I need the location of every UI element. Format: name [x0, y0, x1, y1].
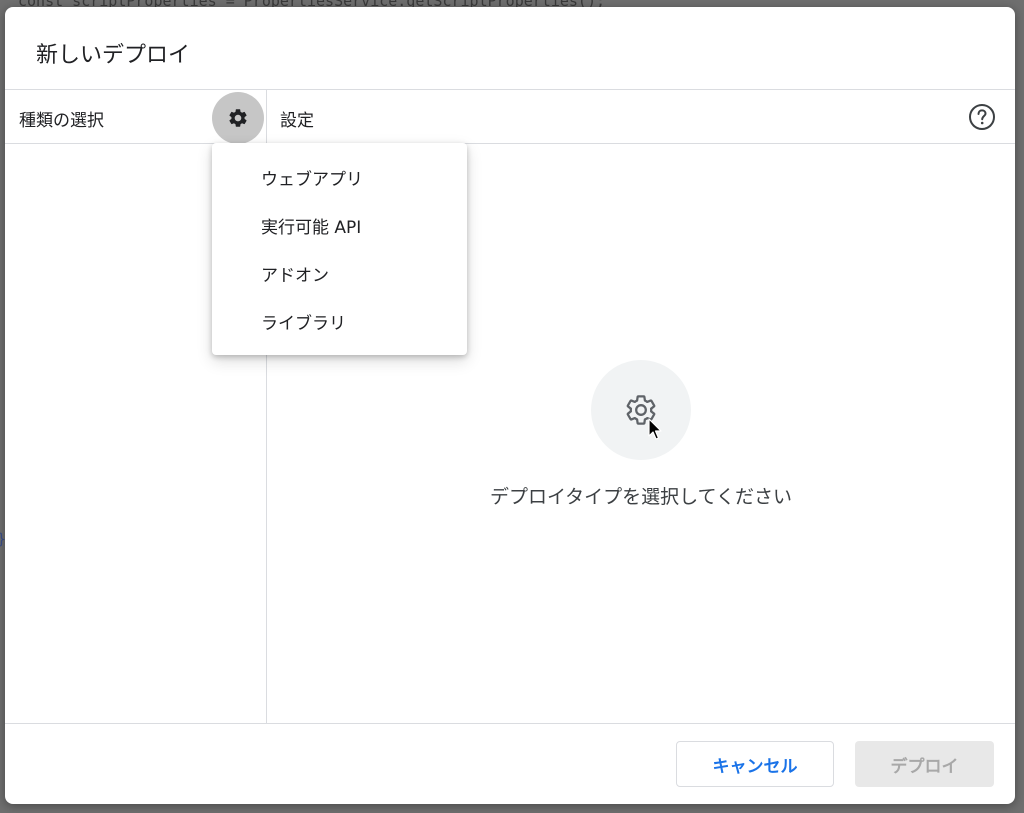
mouse-cursor-icon [648, 418, 662, 440]
deploy-button[interactable]: デプロイ [855, 741, 994, 787]
select-type-header: 種類の選択 [5, 90, 266, 144]
dialog-title: 新しいデプロイ [36, 43, 191, 68]
menu-item-add-on[interactable]: アドオン [212, 249, 467, 297]
help-circle-icon [969, 104, 995, 130]
menu-item-web-app[interactable]: ウェブアプリ [212, 153, 467, 201]
deploy-type-menu: ウェブアプリ 実行可能 API アドオン ライブラリ [212, 143, 467, 355]
menu-item-library[interactable]: ライブラリ [212, 297, 467, 345]
empty-state-icon-circle [591, 360, 691, 460]
select-type-gear-button[interactable] [212, 92, 264, 144]
menu-item-executable-api[interactable]: 実行可能 API [212, 201, 467, 249]
gear-icon [229, 109, 247, 127]
dialog-footer: キャンセル デプロイ [5, 724, 1015, 804]
help-button[interactable] [967, 102, 997, 132]
select-type-title: 種類の選択 [19, 111, 104, 131]
settings-title: 設定 [280, 111, 314, 131]
new-deployment-dialog: 新しいデプロイ 種類の選択 設定 ウェブアプリ 実行可能 API アドオン ライ… [5, 7, 1015, 804]
settings-header: 設定 [267, 90, 1015, 143]
empty-state-message: デプロイタイプを選択してください [489, 486, 793, 508]
cancel-button[interactable]: キャンセル [676, 741, 834, 787]
